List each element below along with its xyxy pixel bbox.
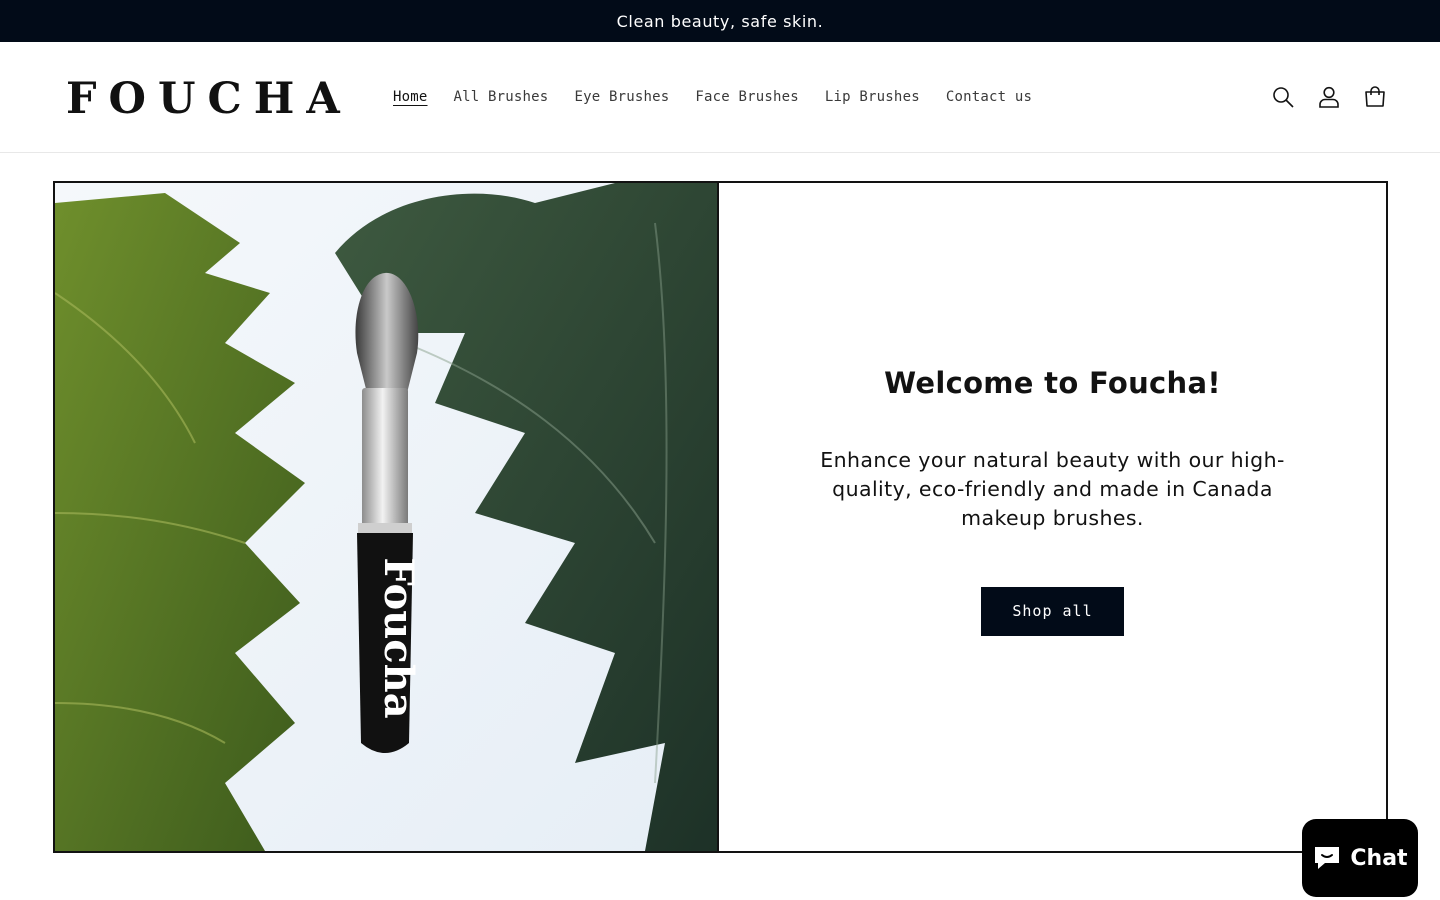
chat-label: Chat	[1350, 845, 1408, 871]
hero-image-illustration: Foucha	[55, 183, 717, 851]
nav-contact-us[interactable]: Contact us	[946, 89, 1032, 105]
chat-bubble-icon	[1315, 847, 1340, 869]
nav-lip-brushes[interactable]: Lip Brushes	[825, 89, 920, 105]
hero-heading-brand: Foucha!	[1088, 366, 1221, 401]
search-icon[interactable]	[1270, 84, 1296, 110]
shop-all-button[interactable]: Shop all	[981, 586, 1124, 636]
site-header: FOUCHA Home All Brushes Eye Brushes Face…	[0, 42, 1440, 153]
hero-content: Welcome to Foucha! Enhance your natural …	[719, 183, 1386, 851]
chat-button[interactable]: Chat	[1302, 819, 1418, 897]
cart-icon[interactable]	[1362, 84, 1388, 110]
account-icon[interactable]	[1316, 84, 1342, 110]
hero-image: Foucha	[55, 183, 719, 851]
hero-text: Enhance your natural beauty with our hig…	[820, 448, 1285, 530]
site-logo[interactable]: FOUCHA	[66, 77, 393, 121]
hero-heading-prefix: Welcome to	[884, 366, 1089, 401]
brush-brand-text: Foucha	[375, 557, 422, 718]
announcement-bar: Clean beauty, safe skin.	[0, 0, 1440, 42]
header-icons	[1270, 84, 1388, 110]
hero-banner: Foucha Welcome to Foucha! Enhance your n…	[53, 181, 1388, 853]
nav-face-brushes[interactable]: Face Brushes	[695, 89, 799, 105]
nav-home[interactable]: Home	[393, 89, 428, 105]
nav-eye-brushes[interactable]: Eye Brushes	[574, 89, 669, 105]
announcement-text: Clean beauty, safe skin.	[616, 11, 824, 31]
hero-heading: Welcome to Foucha!	[884, 366, 1221, 400]
nav-all-brushes[interactable]: All Brushes	[454, 89, 549, 105]
main-nav: Home All Brushes Eye Brushes Face Brushe…	[393, 89, 1058, 105]
